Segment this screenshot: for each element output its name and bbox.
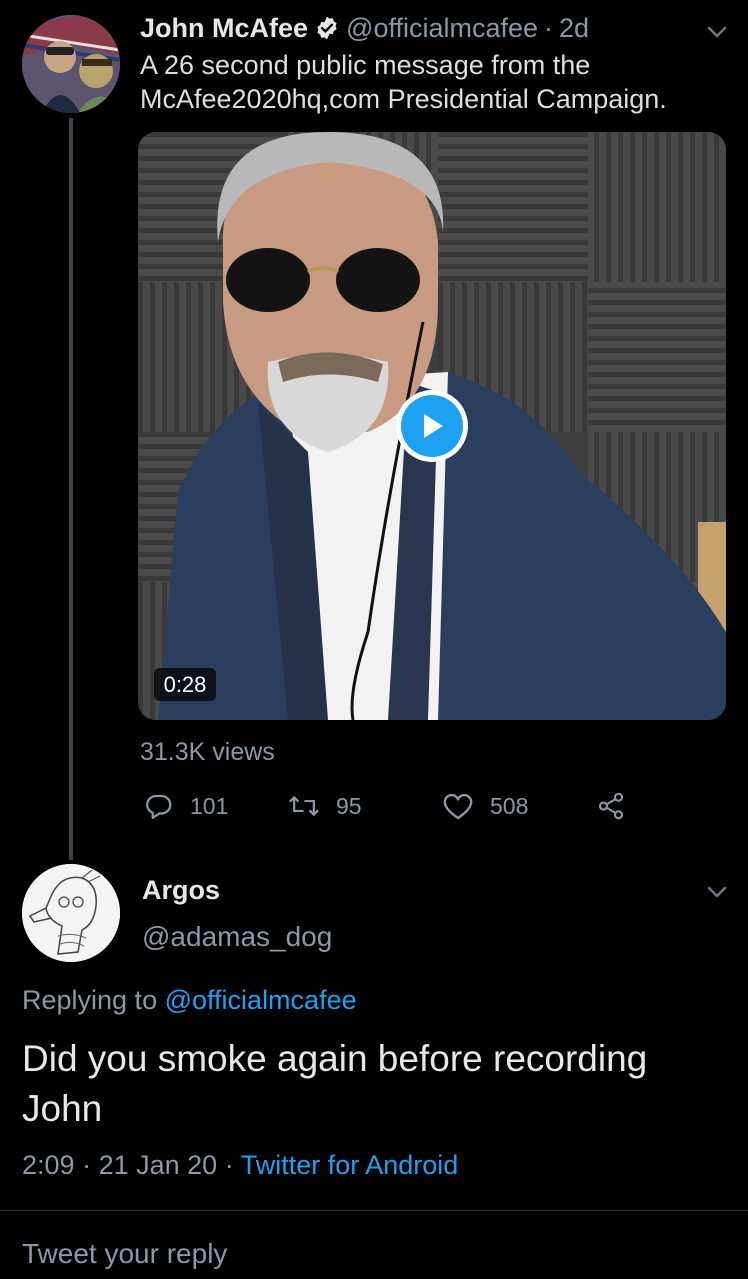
verified-badge-icon <box>314 15 340 41</box>
reply-text: Did you smoke again before recording Joh… <box>22 1038 648 1129</box>
separator-dot: · <box>544 12 554 43</box>
like-button[interactable]: 508 <box>442 786 528 826</box>
reply-chevron-down-icon[interactable] <box>706 884 728 900</box>
play-button[interactable] <box>396 390 468 462</box>
like-icon <box>443 793 473 820</box>
reply-icon <box>146 794 172 819</box>
reply-author-avatar[interactable] <box>22 864 120 962</box>
reply-date: 21 Jan 20 <box>98 1150 218 1180</box>
composer-divider <box>0 1210 748 1211</box>
meta-separator-1: · <box>82 1150 99 1180</box>
tweet-age[interactable]: 2d <box>559 13 589 44</box>
view-count: 31.3K views <box>140 738 275 766</box>
reply-button[interactable]: 101 <box>144 786 228 826</box>
thread-connector-line <box>69 118 73 860</box>
retweet-button[interactable]: 95 <box>288 786 362 826</box>
replying-to-line: Replying to @officialmcafee <box>22 985 357 1016</box>
tweet-action-bar: 101 95 508 <box>140 786 740 826</box>
tweet-video-thumbnail[interactable]: 0:28 <box>138 132 726 720</box>
chevron-down-icon[interactable] <box>706 24 728 40</box>
play-icon <box>401 395 463 457</box>
video-duration-badge: 0:28 <box>154 668 216 701</box>
author-handle[interactable]: @officialmcafee <box>346 13 538 44</box>
reply-source-link[interactable]: Twitter for Android <box>241 1150 459 1180</box>
reply-author-handle[interactable]: @adamas_dog <box>142 921 332 953</box>
reply-meta: 2:09 · 21 Jan 20 · Twitter for Android <box>22 1150 458 1181</box>
author-avatar[interactable] <box>22 15 120 113</box>
author-name[interactable]: John McAfee <box>140 13 308 44</box>
like-count: 508 <box>490 792 529 819</box>
meta-separator-2: · <box>224 1150 241 1180</box>
reply-count: 101 <box>190 792 229 819</box>
share-button[interactable] <box>596 786 642 826</box>
tweet-header: John McAfee @officialmcafee · 2d <box>140 10 700 46</box>
share-icon <box>598 792 624 820</box>
replying-to-prefix: Replying to <box>22 985 158 1015</box>
reply-time: 2:09 <box>22 1150 75 1180</box>
retweet-count: 95 <box>336 792 362 819</box>
tweet-text: A 26 second public message from the McAf… <box>140 50 667 114</box>
reply-composer-input[interactable] <box>22 1238 722 1270</box>
reply-author-name[interactable]: Argos <box>142 875 220 906</box>
replying-to-mention[interactable]: @officialmcafee <box>165 985 357 1015</box>
retweet-icon <box>289 796 319 816</box>
